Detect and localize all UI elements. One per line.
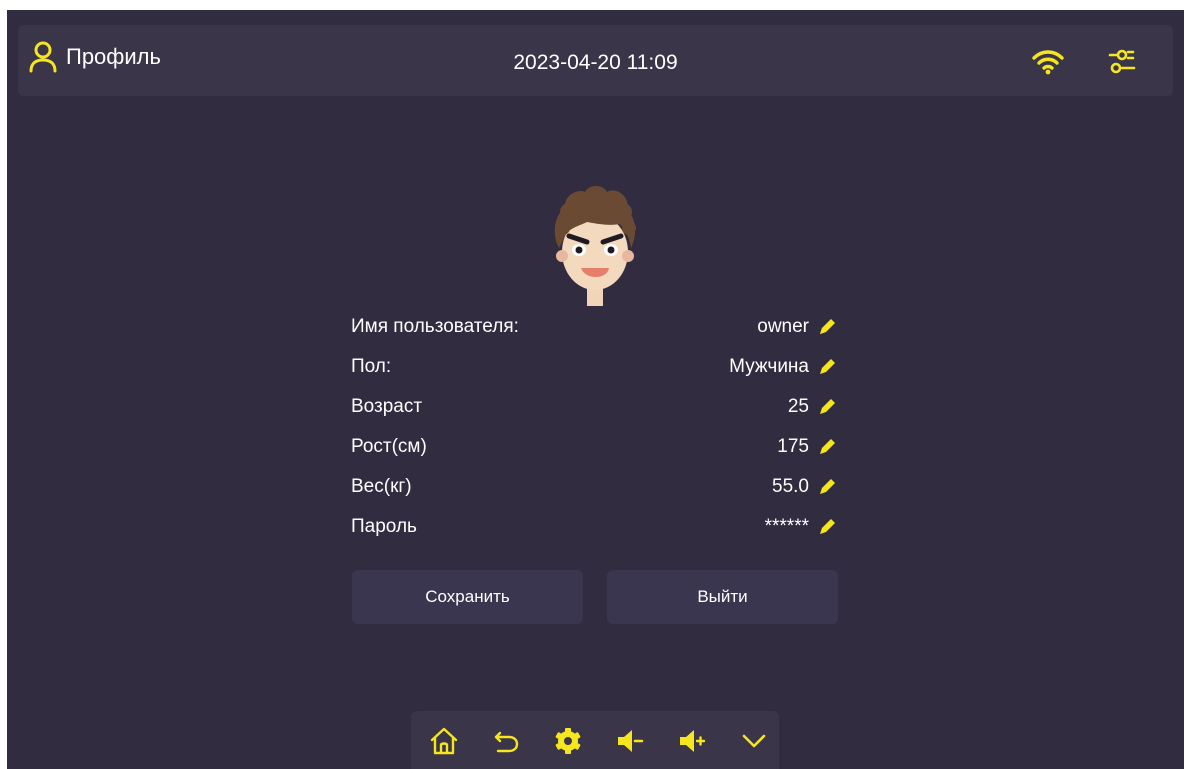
home-icon[interactable]: [428, 725, 460, 757]
edit-weight-button[interactable]: 55.0: [772, 476, 837, 498]
avatar[interactable]: [545, 178, 645, 306]
field-label: Возраст: [351, 396, 423, 417]
field-age: Возраст 25: [351, 387, 837, 427]
pencil-icon: [820, 439, 835, 454]
save-button[interactable]: Сохранить: [352, 570, 583, 624]
bottom-nav-bar: [411, 711, 779, 769]
field-username: Имя пользователя: owner: [351, 307, 837, 347]
app-screen: Профиль 2023-04-20 11:09 Имя пользовател…: [7, 10, 1184, 769]
field-password: Пароль ******: [351, 507, 837, 547]
field-label: Пароль: [351, 516, 417, 537]
edit-height-button[interactable]: 175: [777, 436, 837, 458]
field-value: owner: [757, 316, 809, 337]
gear-icon[interactable]: [552, 725, 584, 757]
field-value: 25: [787, 396, 809, 417]
exit-button[interactable]: Выйти: [607, 570, 838, 624]
edit-password-button[interactable]: ******: [765, 516, 837, 538]
field-value: 55.0: [772, 476, 809, 497]
field-value: 175: [777, 436, 809, 457]
pencil-icon: [820, 519, 835, 534]
field-label: Вес(кг): [351, 476, 412, 497]
field-label: Имя пользователя:: [351, 316, 519, 337]
pencil-icon: [820, 479, 835, 494]
pencil-icon: [820, 359, 835, 374]
chevron-down-icon[interactable]: [738, 725, 770, 757]
datetime-display: 2023-04-20 11:09: [513, 51, 678, 74]
edit-username-button[interactable]: owner: [757, 316, 837, 338]
field-value: ******: [764, 516, 809, 537]
field-label: Рост(см): [351, 436, 427, 457]
profile-fields: Имя пользователя: owner Пол: Мужчина Воз…: [351, 307, 837, 547]
edit-gender-button[interactable]: Мужчина: [729, 356, 837, 378]
volume-down-icon[interactable]: [614, 725, 646, 757]
field-weight: Вес(кг) 55.0: [351, 467, 837, 507]
back-icon[interactable]: [490, 725, 522, 757]
wifi-icon: [1032, 50, 1064, 75]
sliders-icon[interactable]: [1107, 47, 1137, 77]
field-value: Мужчина: [729, 356, 809, 377]
pencil-icon: [820, 399, 835, 414]
pencil-icon: [820, 319, 835, 334]
edit-age-button[interactable]: 25: [788, 396, 837, 418]
field-label: Пол:: [351, 356, 392, 377]
volume-up-icon[interactable]: [676, 725, 708, 757]
field-height: Рост(см) 175: [351, 427, 837, 467]
top-bar: Профиль 2023-04-20 11:09: [18, 25, 1173, 96]
field-gender: Пол: Мужчина: [351, 347, 837, 387]
